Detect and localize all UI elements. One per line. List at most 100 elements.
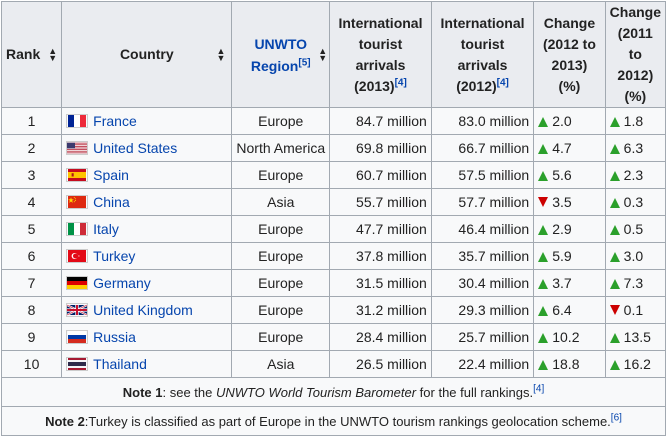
header-country[interactable]: Country ▲ ▼ [61,1,233,108]
country-link[interactable]: Spain [93,167,129,183]
table-row-thailand: 10 Thailand Asia 26.5 million 22.4 milli… [0,350,667,378]
flag-italy-icon [66,222,89,236]
table-row-china: 4 China Asia 55.7 million 57.7 million 3… [0,188,667,216]
rank-cell: 5 [0,215,63,243]
country-link[interactable]: United States [93,140,177,156]
country-cell: China [61,188,233,216]
arrivals-2012-cell: 57.7 million [430,188,535,216]
tourism-rankings-table: Rank ▲ ▼ Country ▲ ▼ UNWTO Region[5] ▲ ▼ Intern… [0,1,667,436]
header-row: Rank ▲ ▼ Country ▲ ▼ UNWTO Region[5] ▲ ▼ Intern… [0,1,667,108]
increase-arrow-icon [609,171,620,181]
country-link[interactable]: Germany [93,275,151,291]
change-2011-2012-cell: 0.3 [604,188,667,216]
sort-icon[interactable]: ▲ ▼ [48,46,57,62]
flag-united-states-icon [66,141,89,155]
arrivals-2013-cell: 47.7 million [329,215,432,243]
arrivals-2013-cell: 84.7 million [329,107,432,135]
flag-france-icon [66,114,89,128]
change-2012-2013-cell: 2.0 [533,107,606,135]
table-row-germany: 7 Germany Europe 31.5 million 30.4 milli… [0,269,667,297]
country-cell: France [61,107,233,135]
ref-link[interactable]: [4] [497,77,509,88]
region-cell: North America [231,134,331,162]
sort-icon[interactable]: ▲ ▼ [318,46,327,62]
flag-russia-icon [66,330,89,344]
header-rank[interactable]: Rank ▲ ▼ [0,1,63,108]
flag-united-kingdom-icon [66,303,89,317]
country-cell: Spain [61,161,233,189]
arrivals-2013-cell: 26.5 million [329,350,432,378]
rank-cell: 7 [0,269,63,297]
rank-cell: 1 [0,107,63,135]
table-row-turkey: 6 Turkey Europe 37.8 million 35.7 millio… [0,242,667,270]
country-link[interactable]: United Kingdom [93,302,193,318]
region-cell: Asia [231,188,331,216]
header-change-2011-2012[interactable]: Change (2011 to 2012) (%) [604,1,667,108]
country-cell: Italy [61,215,233,243]
change-2011-2012-cell: 13.5 [604,323,667,351]
change-1112-label: Change (2011 to 2012) (%) [609,4,661,104]
change-1213-label: Change (2012 to 2013) (%) [542,14,596,94]
change-2012-2013-cell: 10.2 [533,323,606,351]
arrivals-2012-cell: 22.4 million [430,350,535,378]
arrivals-2012-cell: 35.7 million [430,242,535,270]
arrivals-2012-cell: 25.7 million [430,323,535,351]
arrivals-2012-cell: 57.5 million [430,161,535,189]
increase-arrow-icon [538,117,549,127]
flag-china-icon [66,195,89,209]
arrivals-2013-cell: 69.8 million [329,134,432,162]
change-2012-2013-cell: 18.8 [533,350,606,378]
header-arrivals-2013[interactable]: International tourist arrivals (2013)[4] [329,1,432,108]
arrivals-2013-cell: 31.5 million [329,269,432,297]
change-2012-2013-cell: 2.9 [533,215,606,243]
table-row-italy: 5 Italy Europe 47.7 million 46.4 million… [0,215,667,243]
table-row-united-states: 2 United States North America 69.8 milli… [0,134,667,162]
region-cell: Asia [231,350,331,378]
change-2012-2013-cell: 3.5 [533,188,606,216]
note-1: Note 1: see the UNWTO World Tourism Baro… [1,377,666,407]
change-2011-2012-cell: 2.3 [604,161,667,189]
country-cell: Russia [61,323,233,351]
increase-arrow-icon [538,306,549,316]
country-link[interactable]: Thailand [93,356,147,372]
note-1-ref-link[interactable]: [4] [533,383,544,394]
arrivals-2013-cell: 55.7 million [329,188,432,216]
header-change-2012-2013[interactable]: Change (2012 to 2013) (%) [533,1,606,108]
note-2-row: Note 2:Turkey is classified as part of E… [1,406,666,436]
ref-link[interactable]: [4] [395,77,407,88]
table-row-united-kingdom: 8 United Kingdom Europe 31.2 million 29.… [0,296,667,324]
increase-arrow-icon [609,252,620,262]
rank-cell: 8 [0,296,63,324]
country-link[interactable]: Russia [93,329,136,345]
decrease-arrow-icon [609,305,620,315]
country-cell: United Kingdom [61,296,233,324]
decrease-arrow-icon [538,197,549,207]
arrivals-2012-cell: 66.7 million [430,134,535,162]
increase-arrow-icon [538,252,549,262]
increase-arrow-icon [609,198,620,208]
country-link[interactable]: Italy [93,221,119,237]
table-row-russia: 9 Russia Europe 28.4 million 25.7 millio… [0,323,667,351]
change-2012-2013-cell: 3.7 [533,269,606,297]
country-cell: Thailand [61,350,233,378]
country-link[interactable]: China [93,194,130,210]
country-link[interactable]: France [93,113,137,129]
region-ref-link[interactable]: [5] [298,57,310,68]
increase-arrow-icon [609,225,620,235]
increase-arrow-icon [609,279,620,289]
rank-cell: 10 [0,350,63,378]
increase-arrow-icon [609,333,620,343]
change-2011-2012-cell: 6.3 [604,134,667,162]
arrivals-2013-cell: 31.2 million [329,296,432,324]
header-arrivals-2012[interactable]: International tourist arrivals (2012)[4] [430,1,535,108]
flag-turkey-icon [66,249,89,263]
increase-arrow-icon [538,360,549,370]
increase-arrow-icon [538,333,549,343]
sort-icon[interactable]: ▲ ▼ [216,46,225,62]
change-2012-2013-cell: 4.7 [533,134,606,162]
increase-arrow-icon [538,171,549,181]
change-2012-2013-cell: 6.4 [533,296,606,324]
header-region[interactable]: UNWTO Region[5] ▲ ▼ [231,1,331,108]
arrivals-2013-label: International tourist arrivals (2013)[4] [338,14,423,94]
country-link[interactable]: Turkey [93,248,135,264]
